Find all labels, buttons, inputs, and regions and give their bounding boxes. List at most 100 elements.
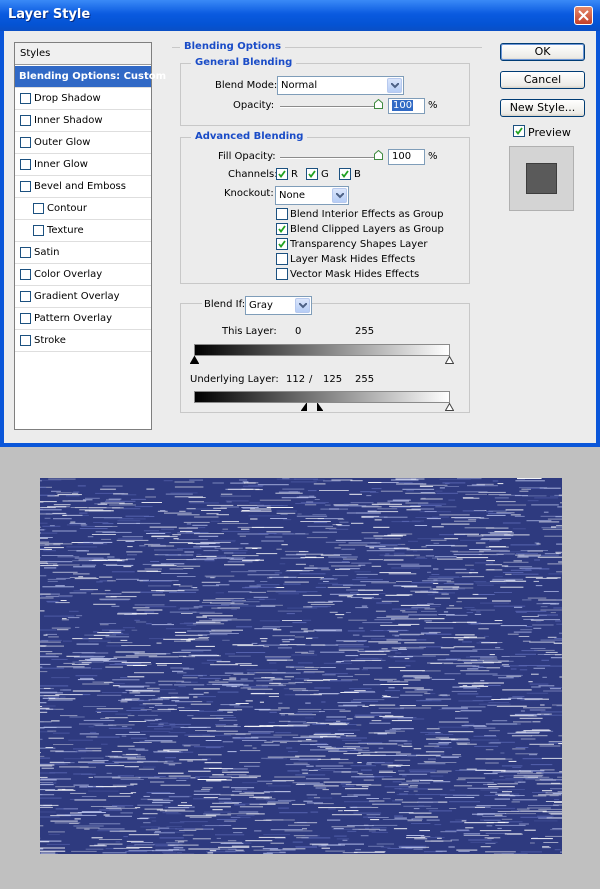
fill-opacity-slider-thumb[interactable]	[374, 150, 383, 160]
blend-mode-value: Normal	[281, 80, 318, 91]
styles-item-texture[interactable]: Texture	[15, 220, 151, 242]
fill-opacity-slider-track[interactable]	[280, 157, 380, 159]
style-checkbox[interactable]	[20, 115, 31, 126]
preview-label: Preview	[528, 126, 571, 139]
styles-item-label: Texture	[47, 225, 84, 236]
check-icon	[278, 240, 286, 248]
style-checkbox[interactable]	[20, 159, 31, 170]
styles-item-label: Stroke	[34, 335, 66, 346]
this-layer-low-slider[interactable]	[190, 356, 199, 364]
blending-options-legend: Blending Options	[180, 41, 286, 52]
style-checkbox[interactable]	[20, 335, 31, 346]
blend-if-value: Gray	[249, 300, 273, 311]
underlying-mid-split-slider[interactable]	[317, 403, 323, 411]
this-layer-label: This Layer:	[222, 326, 277, 337]
cancel-button[interactable]: Cancel	[500, 71, 585, 89]
check-icon	[278, 170, 286, 178]
option-label: Transparency Shapes Layer	[290, 239, 428, 250]
close-button[interactable]	[574, 6, 593, 25]
channel-g-checkbox[interactable]	[306, 168, 318, 180]
styles-item-satin[interactable]: Satin	[15, 242, 151, 264]
style-checkbox[interactable]	[20, 137, 31, 148]
fill-opacity-label: Fill Opacity:	[218, 151, 276, 162]
styles-item-label: Drop Shadow	[34, 93, 101, 104]
option-label: Layer Mask Hides Effects	[290, 254, 416, 265]
new-style-button[interactable]: New Style...	[500, 99, 585, 117]
styles-header-label: Styles	[20, 48, 51, 59]
channel-b-checkbox[interactable]	[339, 168, 351, 180]
title-bar[interactable]: Layer Style	[0, 0, 600, 31]
opacity-slider-track[interactable]	[280, 106, 380, 108]
underlying-mid-value: 125	[323, 374, 343, 385]
style-checkbox[interactable]	[20, 181, 31, 192]
option-checkbox-4[interactable]	[276, 253, 288, 265]
check-icon	[278, 225, 286, 233]
opacity-label: Opacity:	[233, 100, 275, 111]
styles-item-inner-shadow[interactable]: Inner Shadow	[15, 110, 151, 132]
style-checkbox[interactable]	[33, 225, 44, 236]
option-label: Blend Clipped Layers as Group	[290, 224, 444, 235]
this-layer-high-slider[interactable]	[445, 356, 454, 364]
knockout-value: None	[279, 190, 306, 201]
preview-thumbnail	[509, 146, 574, 211]
blend-mode-select[interactable]: Normal	[277, 76, 404, 95]
opacity-unit: %	[428, 100, 438, 111]
styles-item-label: Gradient Overlay	[34, 291, 120, 302]
styles-list: Styles Blending Options: Custom Drop Sha…	[14, 42, 166, 430]
styles-item-color-overlay[interactable]: Color Overlay	[15, 264, 151, 286]
chevron-down-icon	[295, 298, 310, 313]
styles-item-label: Blending Options: Custom	[19, 71, 167, 82]
blend-if-select[interactable]: Gray	[245, 296, 312, 315]
option-checkbox-2[interactable]	[276, 223, 288, 235]
check-icon	[308, 170, 316, 178]
styles-item-label: Outer Glow	[34, 137, 91, 148]
styles-item-gradient-overlay[interactable]: Gradient Overlay	[15, 286, 151, 308]
close-icon	[578, 10, 589, 21]
underlying-low-split-slider[interactable]	[301, 403, 307, 411]
ok-button[interactable]: OK	[500, 43, 585, 61]
style-checkbox[interactable]	[20, 313, 31, 324]
style-checkbox[interactable]	[33, 203, 44, 214]
styles-item-drop-shadow[interactable]: Drop Shadow	[15, 88, 151, 110]
styles-item-blending-options[interactable]: Blending Options: Custom	[15, 66, 166, 88]
style-checkbox[interactable]	[20, 291, 31, 302]
style-checkbox[interactable]	[20, 93, 31, 104]
underlying-layer-gradient-bar	[194, 391, 450, 403]
style-checkbox[interactable]	[20, 269, 31, 280]
underlying-low-value: 112	[286, 374, 306, 385]
option-checkbox-1[interactable]	[276, 208, 288, 220]
style-checkbox[interactable]	[20, 247, 31, 258]
option-checkbox-5[interactable]	[276, 268, 288, 280]
styles-item-outer-glow[interactable]: Outer Glow	[15, 132, 151, 154]
opacity-slider-thumb[interactable]	[374, 99, 383, 109]
styles-item-inner-glow[interactable]: Inner Glow	[15, 154, 151, 176]
this-layer-gradient-bar	[194, 344, 450, 356]
channel-label: G	[321, 169, 329, 180]
styles-list-header[interactable]: Styles	[15, 43, 151, 65]
styles-item-stroke[interactable]: Stroke	[15, 330, 151, 352]
fill-opacity-value: 100	[392, 151, 412, 162]
opacity-input[interactable]: 100	[388, 98, 425, 114]
this-layer-high-value: 255	[355, 326, 375, 337]
styles-item-label: Bevel and Emboss	[34, 181, 126, 192]
fill-opacity-input[interactable]: 100	[388, 149, 425, 165]
channel-label: R	[291, 169, 298, 180]
general-blending-legend: General Blending	[191, 57, 297, 68]
opacity-value: 100	[392, 100, 414, 111]
preview-checkbox[interactable]	[513, 125, 525, 137]
window-title: Layer Style	[8, 7, 91, 22]
advanced-blending-legend: Advanced Blending	[191, 131, 308, 142]
styles-item-label: Contour	[47, 203, 87, 214]
chevron-down-icon	[387, 78, 402, 93]
styles-item-label: Inner Glow	[34, 159, 88, 170]
water-texture-image	[40, 478, 562, 854]
styles-item-bevel-and-emboss[interactable]: Bevel and Emboss	[15, 176, 151, 198]
styles-item-contour[interactable]: Contour	[15, 198, 151, 220]
option-checkbox-3[interactable]	[276, 238, 288, 250]
channel-r-checkbox[interactable]	[276, 168, 288, 180]
styles-item-label: Inner Shadow	[34, 115, 103, 126]
chevron-down-icon	[332, 188, 347, 203]
styles-item-pattern-overlay[interactable]: Pattern Overlay	[15, 308, 151, 330]
underlying-high-slider[interactable]	[445, 403, 454, 411]
knockout-select[interactable]: None	[275, 186, 349, 205]
